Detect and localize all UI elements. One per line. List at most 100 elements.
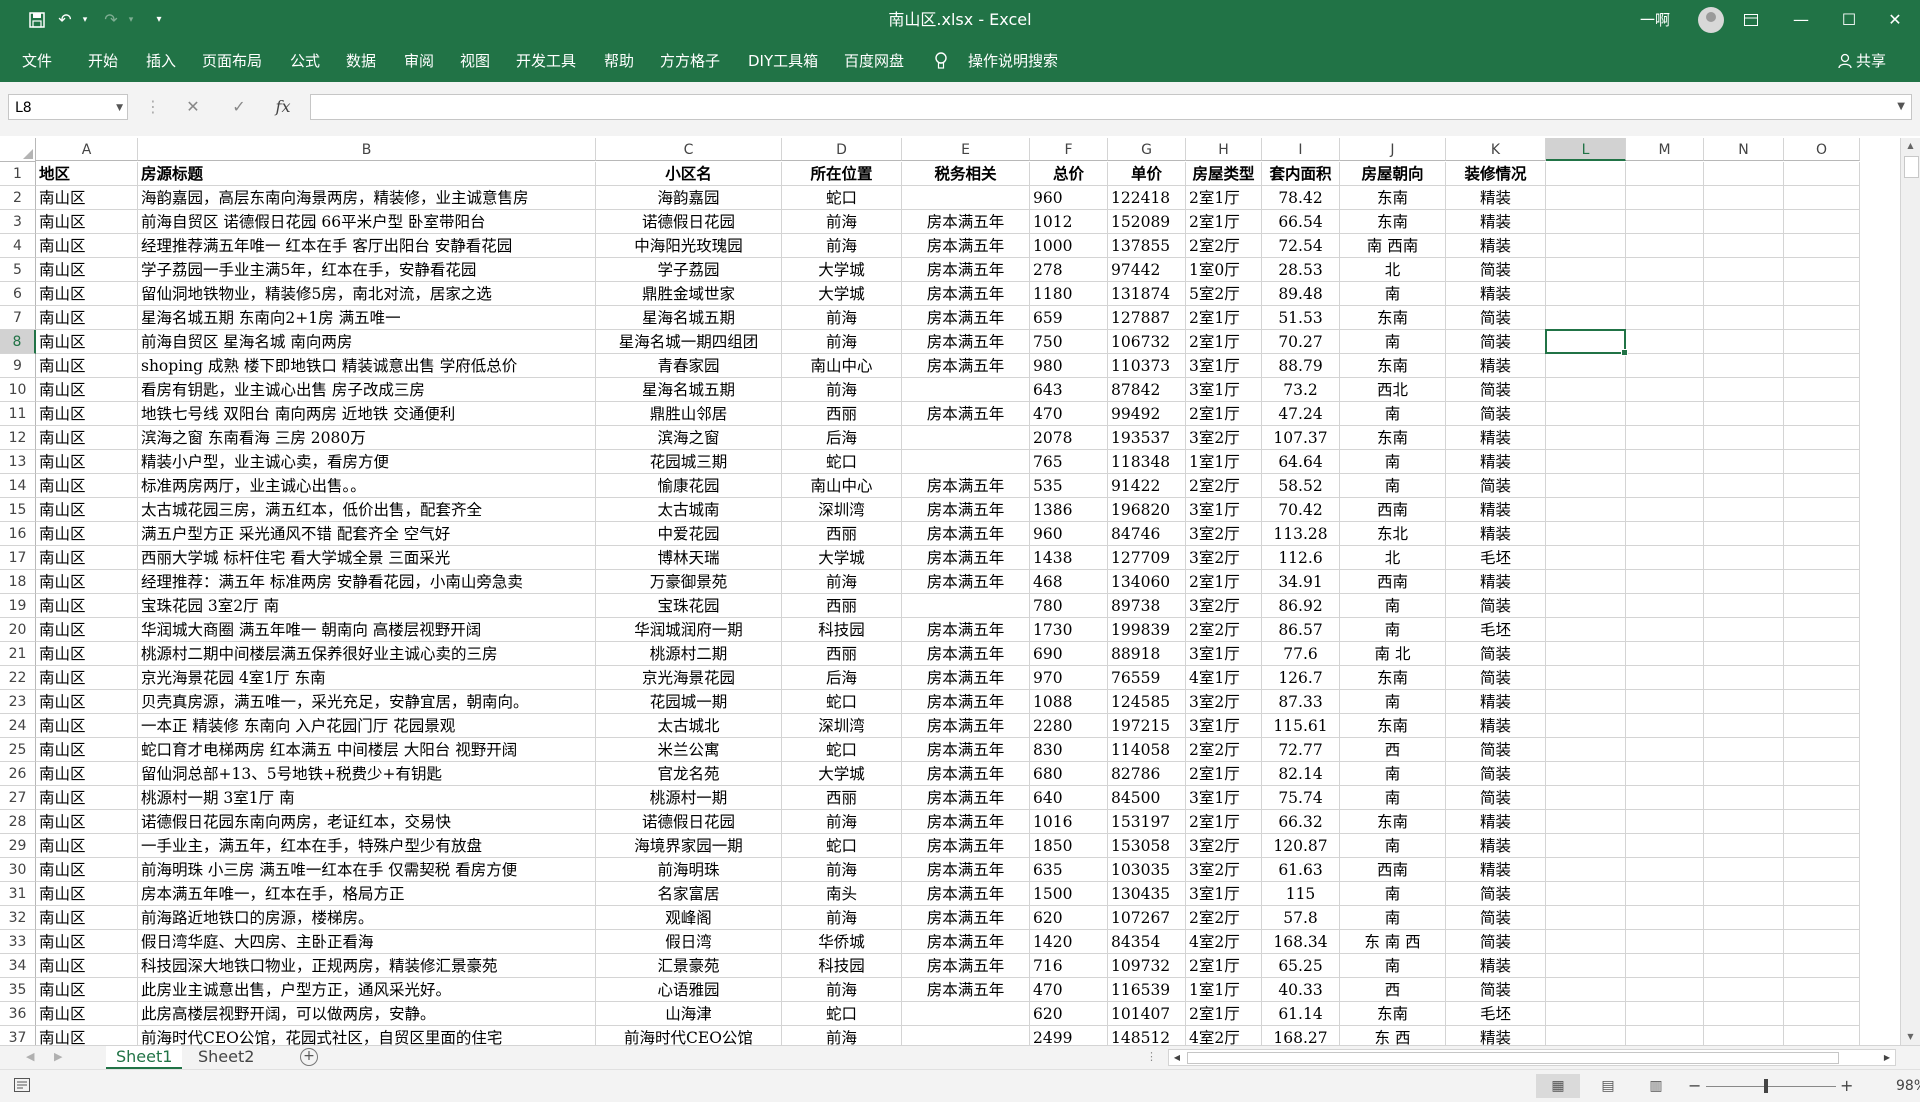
chevron-down-icon[interactable]: ▼ [116, 95, 123, 121]
cell-room-type[interactable]: 2室2厅 [1186, 906, 1262, 930]
cell-total-price[interactable]: 716 [1030, 954, 1108, 978]
expand-formula-icon[interactable]: ▼ [1897, 95, 1905, 119]
cell-room-type[interactable]: 5室2厅 [1186, 282, 1262, 306]
row-header[interactable]: 5 [0, 258, 36, 282]
empty-cell[interactable] [1704, 402, 1784, 426]
tab-file[interactable]: 文件 [22, 40, 52, 82]
cell-decoration[interactable]: 简装 [1446, 330, 1546, 354]
cell-unit-price[interactable]: 84500 [1108, 786, 1186, 810]
empty-cell[interactable] [1546, 930, 1626, 954]
cell-tax[interactable]: 房本满五年 [902, 234, 1030, 258]
cell-region[interactable]: 南山区 [36, 378, 138, 402]
empty-cell[interactable] [1546, 354, 1626, 378]
cell-location[interactable]: 蛇口 [782, 1002, 902, 1026]
cell-tax[interactable]: 房本满五年 [902, 906, 1030, 930]
cell-community[interactable]: 诺德假日花园 [596, 210, 782, 234]
empty-cell[interactable] [1626, 642, 1704, 666]
row-header[interactable]: 30 [0, 858, 36, 882]
empty-cell[interactable] [1626, 450, 1704, 474]
empty-cell[interactable] [1784, 570, 1860, 594]
empty-cell[interactable] [1704, 330, 1784, 354]
cell-location[interactable]: 科技园 [782, 954, 902, 978]
cell-unit-price[interactable]: 87842 [1108, 378, 1186, 402]
empty-cell[interactable] [1626, 1002, 1704, 1026]
header-location[interactable]: 所在位置 [782, 162, 902, 186]
cell-orientation[interactable]: 东南 [1340, 186, 1446, 210]
cell-orientation[interactable]: 北 [1340, 546, 1446, 570]
cell-room-type[interactable]: 2室2厅 [1186, 618, 1262, 642]
cell-orientation[interactable]: 西南 [1340, 570, 1446, 594]
empty-cell[interactable] [1546, 690, 1626, 714]
cell-location[interactable]: 深圳湾 [782, 714, 902, 738]
empty-cell[interactable] [1784, 402, 1860, 426]
cell-decoration[interactable]: 简装 [1446, 258, 1546, 282]
header-orientation[interactable]: 房屋朝向 [1340, 162, 1446, 186]
cell-total-price[interactable]: 1180 [1030, 282, 1108, 306]
row-header[interactable]: 9 [0, 354, 36, 378]
row-header[interactable]: 8 [0, 330, 36, 354]
empty-cell[interactable] [1784, 354, 1860, 378]
ribbon-display-icon[interactable] [1728, 0, 1774, 40]
row-header[interactable]: 27 [0, 786, 36, 810]
cell-orientation[interactable]: 西南 [1340, 498, 1446, 522]
empty-cell[interactable] [1704, 474, 1784, 498]
cell-orientation[interactable]: 南 西南 [1340, 234, 1446, 258]
cell-tax[interactable]: 房本满五年 [902, 666, 1030, 690]
cell-tax[interactable]: 房本满五年 [902, 402, 1030, 426]
cell-unit-price[interactable]: 82786 [1108, 762, 1186, 786]
cell-unit-price[interactable]: 84746 [1108, 522, 1186, 546]
empty-cell[interactable] [1626, 546, 1704, 570]
cell-area[interactable]: 65.25 [1262, 954, 1340, 978]
cell-orientation[interactable]: 南 [1340, 834, 1446, 858]
empty-cell[interactable] [1704, 306, 1784, 330]
empty-cell[interactable] [1784, 282, 1860, 306]
column-header-d[interactable]: D [782, 138, 902, 161]
empty-cell[interactable] [1546, 642, 1626, 666]
cell-title[interactable]: 贝壳真房源，满五唯一，采光充足，安静宜居，朝南向。 [138, 690, 596, 714]
empty-cell[interactable] [1626, 978, 1704, 1002]
cell-total-price[interactable]: 765 [1030, 450, 1108, 474]
cell-tax[interactable] [902, 186, 1030, 210]
normal-view-icon[interactable]: ▦ [1536, 1074, 1580, 1098]
empty-cell[interactable] [1546, 858, 1626, 882]
sheet-tab-sheet1[interactable]: Sheet1 [106, 1046, 183, 1070]
cell-title[interactable]: 海韵嘉园，高层东南向海景两房，精装修，业主诚意售房 [138, 186, 596, 210]
empty-cell[interactable] [1704, 378, 1784, 402]
cell-room-type[interactable]: 3室1厅 [1186, 786, 1262, 810]
cell-decoration[interactable]: 简装 [1446, 906, 1546, 930]
cell-decoration[interactable]: 简装 [1446, 762, 1546, 786]
cell-area[interactable]: 51.53 [1262, 306, 1340, 330]
empty-cell[interactable] [1546, 978, 1626, 1002]
cell-community[interactable]: 星海名城五期 [596, 306, 782, 330]
empty-cell[interactable] [1626, 258, 1704, 282]
close-icon[interactable]: ✕ [1872, 0, 1918, 40]
empty-cell[interactable] [1784, 690, 1860, 714]
cell-orientation[interactable]: 东北 [1340, 522, 1446, 546]
sheet-tab-sheet2[interactable]: Sheet2 [188, 1046, 264, 1068]
empty-cell[interactable] [1704, 618, 1784, 642]
empty-cell[interactable] [1704, 594, 1784, 618]
cell-area[interactable]: 77.6 [1262, 642, 1340, 666]
cell-orientation[interactable]: 东南 [1340, 666, 1446, 690]
empty-cell[interactable] [1784, 426, 1860, 450]
cell-community[interactable]: 愉康花园 [596, 474, 782, 498]
cell-total-price[interactable]: 470 [1030, 402, 1108, 426]
empty-cell[interactable] [1546, 234, 1626, 258]
cell-total-price[interactable]: 2078 [1030, 426, 1108, 450]
cell-total-price[interactable]: 640 [1030, 786, 1108, 810]
empty-cell[interactable] [1784, 210, 1860, 234]
cell-room-type[interactable]: 3室2厅 [1186, 522, 1262, 546]
empty-cell[interactable] [1626, 474, 1704, 498]
empty-cell[interactable] [1546, 210, 1626, 234]
cell-region[interactable]: 南山区 [36, 618, 138, 642]
empty-cell[interactable] [1784, 498, 1860, 522]
cell-region[interactable]: 南山区 [36, 858, 138, 882]
cell-region[interactable]: 南山区 [36, 834, 138, 858]
cell-location[interactable]: 西丽 [782, 786, 902, 810]
cell-location[interactable]: 蛇口 [782, 834, 902, 858]
row-header[interactable]: 36 [0, 1002, 36, 1026]
cell-unit-price[interactable]: 118348 [1108, 450, 1186, 474]
cell-unit-price[interactable]: 193537 [1108, 426, 1186, 450]
empty-cell[interactable] [1704, 642, 1784, 666]
cell-unit-price[interactable]: 124585 [1108, 690, 1186, 714]
